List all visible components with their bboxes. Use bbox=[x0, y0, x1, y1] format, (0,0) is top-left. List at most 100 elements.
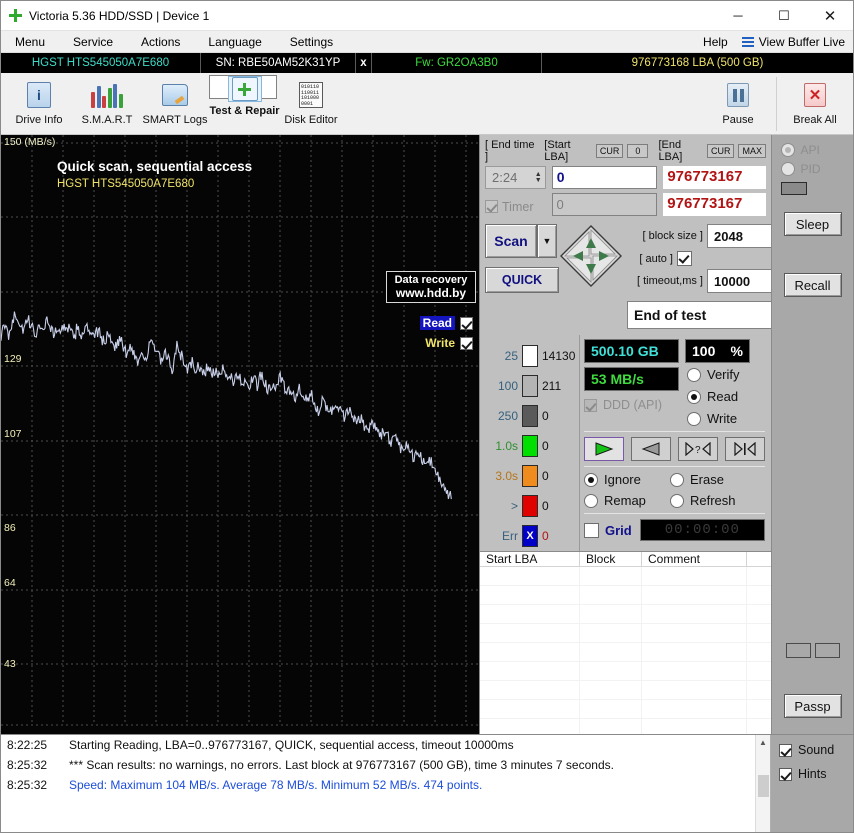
table-row[interactable] bbox=[480, 605, 771, 624]
toolbar-pause[interactable]: Pause bbox=[704, 75, 772, 133]
col-comment[interactable]: Comment bbox=[642, 552, 747, 566]
menu-item-actions[interactable]: Actions bbox=[127, 31, 194, 53]
col-extra[interactable] bbox=[747, 552, 771, 566]
legend-write-checkbox[interactable] bbox=[460, 336, 473, 350]
col-start-lba[interactable]: Start LBA bbox=[480, 552, 580, 566]
table-row[interactable] bbox=[480, 662, 771, 681]
end-lba-secondary[interactable]: 976773167 bbox=[663, 193, 766, 216]
menu-item-language[interactable]: Language bbox=[194, 31, 275, 53]
mode-verify[interactable]: Verify bbox=[687, 367, 765, 382]
scan-dropdown-button[interactable]: ▼ bbox=[537, 224, 557, 258]
table-row[interactable] bbox=[480, 567, 771, 586]
grid-toggle[interactable]: Grid bbox=[584, 522, 632, 538]
log-list[interactable]: 8:22:25 Starting Reading, LBA=0..9767731… bbox=[1, 735, 771, 832]
action-erase[interactable]: Erase bbox=[670, 472, 724, 487]
close-icon[interactable]: ✕ bbox=[807, 1, 853, 31]
end-lba-cur-button[interactable]: CUR bbox=[706, 144, 735, 158]
action-remap-radio[interactable] bbox=[584, 493, 598, 508]
auto-checkbox[interactable] bbox=[677, 251, 692, 266]
action-erase-radio[interactable] bbox=[670, 472, 684, 487]
scroll-up-icon[interactable]: ▲ bbox=[756, 735, 770, 750]
action-ignore-label: Ignore bbox=[604, 472, 641, 487]
sound-checkbox[interactable] bbox=[779, 743, 792, 757]
small-button-left[interactable] bbox=[785, 643, 811, 658]
toolbar-smart-logs[interactable]: SMART Logs bbox=[141, 75, 209, 133]
start-lba-secondary[interactable]: 0 bbox=[551, 193, 658, 216]
end-of-test-select[interactable]: End of test ▼ bbox=[627, 301, 783, 329]
legend-write-row[interactable]: Write bbox=[425, 336, 473, 350]
sidebar-api-radio-row[interactable]: API bbox=[780, 143, 845, 157]
minimize-icon[interactable]: ─ bbox=[715, 1, 761, 31]
mode-read-radio[interactable] bbox=[687, 389, 701, 404]
mode-write[interactable]: Write bbox=[687, 411, 765, 426]
log-scrollbar[interactable]: ▲ bbox=[755, 735, 770, 832]
passp-button[interactable]: Passp bbox=[783, 694, 842, 718]
mode-verify-radio[interactable] bbox=[687, 367, 701, 382]
end-time-stepper[interactable]: 2:24 ▲ ▼ bbox=[485, 166, 546, 189]
mode-write-radio[interactable] bbox=[687, 411, 701, 426]
scrollbar-thumb[interactable] bbox=[758, 775, 769, 797]
legend-read-checkbox[interactable] bbox=[460, 316, 473, 330]
quick-button[interactable]: QUICK bbox=[485, 267, 559, 293]
sleep-button[interactable]: Sleep bbox=[783, 212, 842, 236]
start-lba-input[interactable]: 0 bbox=[551, 166, 658, 189]
reverse-button[interactable] bbox=[631, 437, 671, 461]
toolbar-smart[interactable]: S.M.A.R.T bbox=[73, 75, 141, 133]
action-row-2: Remap Refresh bbox=[584, 493, 765, 508]
port-indicator[interactable] bbox=[780, 182, 807, 195]
menu-item-menu[interactable]: Menu bbox=[1, 31, 59, 53]
play-button[interactable] bbox=[584, 437, 624, 461]
ddd-api-row[interactable]: DDD (API) bbox=[584, 398, 679, 412]
y-tick-43: 43 bbox=[4, 658, 16, 670]
table-row[interactable] bbox=[480, 586, 771, 605]
mode-read[interactable]: Read bbox=[687, 389, 765, 404]
direction-pad-icon[interactable] bbox=[559, 224, 623, 288]
timer-checkbox[interactable] bbox=[485, 200, 498, 213]
scan-graph[interactable]: 150 (MB/s) 129 107 86 64 43 21 0 0 67G 1… bbox=[1, 135, 479, 734]
scan-button[interactable]: Scan bbox=[485, 224, 537, 258]
grid-checkbox[interactable] bbox=[584, 522, 599, 538]
ddd-api-checkbox[interactable] bbox=[584, 398, 597, 412]
menu-item-help[interactable]: Help bbox=[689, 31, 742, 53]
small-button-right[interactable] bbox=[814, 643, 840, 658]
start-lba-cur-button[interactable]: CUR bbox=[595, 144, 624, 158]
sound-toggle[interactable]: Sound bbox=[779, 743, 853, 757]
action-refresh-radio[interactable] bbox=[670, 493, 684, 508]
legend-read-row[interactable]: Read bbox=[419, 316, 473, 330]
sidebar-indicator-wrap bbox=[780, 182, 845, 195]
view-buffer-live-button[interactable]: View Buffer Live bbox=[741, 35, 853, 49]
timer-toggle[interactable]: Timer bbox=[485, 200, 546, 214]
end-lba-input[interactable]: 976773167 bbox=[663, 166, 766, 189]
table-row[interactable] bbox=[480, 643, 771, 662]
butterfly-button[interactable] bbox=[725, 437, 765, 461]
col-block[interactable]: Block bbox=[580, 552, 642, 566]
hints-toggle[interactable]: Hints bbox=[779, 767, 853, 781]
defects-table-body[interactable] bbox=[480, 567, 771, 757]
table-row[interactable] bbox=[480, 624, 771, 643]
sidebar-pid-radio-row[interactable]: PID bbox=[780, 162, 845, 176]
toolbar-test-repair[interactable]: Test & Repair bbox=[209, 75, 280, 117]
table-row[interactable] bbox=[480, 681, 771, 700]
action-ignore[interactable]: Ignore bbox=[584, 472, 670, 487]
action-ignore-radio[interactable] bbox=[584, 472, 598, 487]
table-row[interactable] bbox=[480, 700, 771, 719]
maximize-icon[interactable]: ☐ bbox=[761, 1, 807, 31]
toolbar-break-all[interactable]: ✕ Break All bbox=[781, 75, 849, 133]
start-lba-zero-button[interactable]: 0 bbox=[627, 144, 649, 158]
drive-x-marker[interactable]: x bbox=[356, 53, 372, 73]
hints-checkbox[interactable] bbox=[779, 767, 792, 781]
action-remap[interactable]: Remap bbox=[584, 493, 670, 508]
legend-swatch-over bbox=[522, 495, 538, 517]
toolbar-disk-editor[interactable]: 010110 110011 101000 0001 Disk Editor bbox=[277, 75, 345, 133]
menu-item-settings[interactable]: Settings bbox=[276, 31, 347, 53]
defects-table[interactable]: Start LBA Block Comment bbox=[480, 551, 771, 757]
action-refresh[interactable]: Refresh bbox=[670, 493, 736, 508]
recall-button[interactable]: Recall bbox=[783, 273, 842, 297]
end-time-arrows-icon[interactable]: ▲ ▼ bbox=[535, 171, 545, 184]
toolbar-drive-info[interactable]: i Drive Info bbox=[5, 75, 73, 133]
pid-radio[interactable] bbox=[780, 162, 795, 176]
random-button[interactable]: ? bbox=[678, 437, 718, 461]
menu-item-service[interactable]: Service bbox=[59, 31, 127, 53]
api-radio[interactable] bbox=[780, 143, 795, 157]
end-lba-max-button[interactable]: MAX bbox=[738, 144, 766, 158]
